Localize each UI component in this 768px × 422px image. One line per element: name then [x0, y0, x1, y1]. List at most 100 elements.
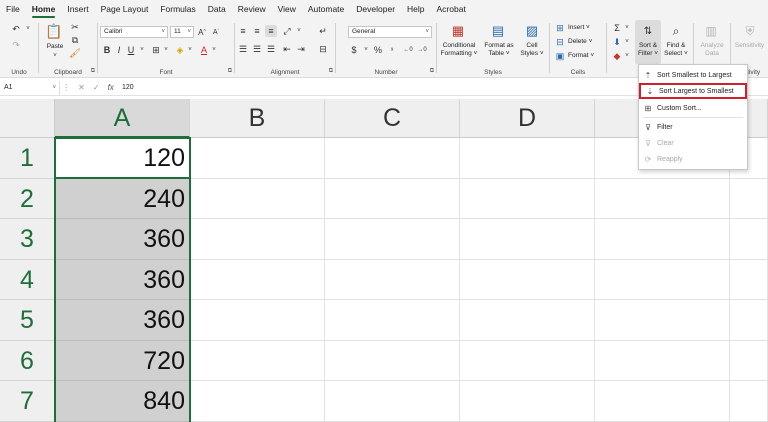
row-header[interactable]: 2 [0, 178, 55, 219]
row-header[interactable]: 4 [0, 259, 55, 300]
clipboard-launcher-icon[interactable]: ⧉ [91, 68, 95, 75]
increase-indent-icon[interactable]: ⇥ [295, 43, 307, 55]
paste-icon[interactable]: 📋 [45, 22, 63, 40]
orientation-icon[interactable]: ⤢ [281, 25, 293, 37]
empty-cell[interactable] [460, 259, 595, 300]
empty-cell[interactable] [595, 340, 730, 381]
cell-a[interactable]: 360 [55, 219, 190, 260]
empty-cell[interactable] [325, 300, 460, 341]
empty-cell[interactable] [190, 300, 325, 341]
sort-ascending-item[interactable]: ⇡ Sort Smallest to Largest [639, 67, 747, 83]
tab-formulas[interactable]: Formulas [154, 0, 201, 19]
italic-button[interactable]: I [114, 44, 124, 56]
font-size-dropdown[interactable]: 11 ˅ [170, 26, 194, 38]
empty-cell[interactable] [460, 178, 595, 219]
empty-cell[interactable] [730, 219, 768, 260]
format-cells-icon[interactable]: ▣ [554, 50, 566, 62]
align-left-icon[interactable]: ☰ [237, 43, 249, 55]
font-color-dropdown-icon[interactable]: ˅ [210, 44, 218, 56]
formula-input[interactable]: 120 [116, 84, 134, 91]
column-header-c[interactable]: C [325, 99, 460, 138]
tab-automate[interactable]: Automate [302, 0, 350, 19]
tab-page-layout[interactable]: Page Layout [95, 0, 155, 19]
empty-cell[interactable] [325, 219, 460, 260]
format-as-table-button[interactable]: Format as Table ˅ [481, 42, 517, 58]
select-all-corner[interactable] [0, 99, 55, 138]
currency-icon[interactable]: $ [348, 44, 360, 56]
tab-home[interactable]: Home [26, 0, 62, 19]
undo-icon[interactable]: ↶ [8, 23, 24, 35]
underline-dropdown-icon[interactable]: ˅ [138, 44, 146, 56]
decrease-decimal-icon[interactable]: →0 [416, 44, 428, 56]
empty-cell[interactable] [595, 178, 730, 219]
borders-icon[interactable]: ⊞ [150, 44, 162, 56]
format-painter-icon[interactable]: 🖌 [69, 48, 81, 59]
number-launcher-icon[interactable]: ⧉ [430, 68, 434, 75]
tab-acrobat[interactable]: Acrobat [431, 0, 472, 19]
number-format-dropdown[interactable]: General ˅ [348, 26, 432, 38]
empty-cell[interactable] [190, 138, 325, 179]
undo-dropdown-icon[interactable]: ˅ [24, 23, 32, 35]
increase-decimal-icon[interactable]: ←0 [402, 44, 414, 56]
cut-icon[interactable]: ✂ [69, 22, 81, 33]
currency-dropdown-icon[interactable]: ˅ [362, 44, 370, 56]
comma-style-icon[interactable]: ⁹ [386, 44, 398, 56]
cell-a[interactable]: 240 [55, 178, 190, 219]
column-header-b[interactable]: B [190, 99, 325, 138]
sensitivity-icon[interactable]: ⛨ [741, 22, 759, 40]
cell-styles-button[interactable]: Cell Styles ˅ [517, 42, 547, 58]
align-middle-icon[interactable]: ≡ [251, 25, 263, 37]
empty-cell[interactable] [595, 259, 730, 300]
name-box[interactable]: A1 ˅ [0, 80, 60, 95]
conditional-formatting-icon[interactable]: ▦ [449, 22, 467, 40]
empty-cell[interactable] [460, 340, 595, 381]
clear-icon[interactable]: ◆ [611, 50, 623, 62]
empty-cell[interactable] [325, 178, 460, 219]
paste-button[interactable]: Paste [43, 43, 67, 51]
cell-a[interactable]: 120 [55, 138, 190, 179]
cell-a[interactable]: 840 [55, 381, 190, 422]
search-icon[interactable]: ⌕ [667, 22, 685, 40]
percent-button[interactable]: % [372, 44, 384, 56]
reapply-item[interactable]: ⟳ Reapply [639, 151, 747, 167]
empty-cell[interactable] [595, 219, 730, 260]
row-header[interactable]: 7 [0, 381, 55, 422]
empty-cell[interactable] [190, 340, 325, 381]
insert-function-icon[interactable]: fx [108, 83, 114, 92]
empty-cell[interactable] [190, 259, 325, 300]
find-select-button[interactable]: Find & Select ˅ [661, 42, 691, 58]
column-header-a[interactable]: A [55, 99, 190, 138]
filter-item[interactable]: ⊽ Filter [639, 119, 747, 135]
delete-cells-icon[interactable]: ⊟ [554, 36, 566, 48]
align-center-icon[interactable]: ☰ [251, 43, 263, 55]
custom-sort-item[interactable]: ⊞ Custom Sort... [639, 100, 747, 116]
empty-cell[interactable] [730, 340, 768, 381]
merge-center-icon[interactable]: ⊟ [317, 43, 329, 55]
cell-a[interactable]: 360 [55, 259, 190, 300]
cell-styles-icon[interactable]: ▨ [523, 22, 541, 40]
align-bottom-icon[interactable]: ≡ [265, 25, 277, 37]
row-header[interactable]: 3 [0, 219, 55, 260]
empty-cell[interactable] [325, 138, 460, 179]
redo-icon[interactable]: ↷ [8, 39, 24, 51]
tab-file[interactable]: File [0, 0, 26, 19]
insert-button[interactable]: Insert ˅ [568, 24, 590, 31]
empty-cell[interactable] [730, 381, 768, 422]
empty-cell[interactable] [325, 259, 460, 300]
format-as-table-icon[interactable]: ▤ [489, 22, 507, 40]
paste-dropdown-icon[interactable]: ˅ [43, 52, 67, 60]
analyze-data-button[interactable]: Analyze Data [694, 42, 730, 58]
delete-button[interactable]: Delete ˅ [568, 38, 592, 45]
copy-icon[interactable]: ⧉ [69, 35, 81, 46]
tab-view[interactable]: View [272, 0, 302, 19]
empty-cell[interactable] [460, 219, 595, 260]
insert-cells-icon[interactable]: ⊞ [554, 22, 566, 34]
decrease-indent-icon[interactable]: ⇤ [281, 43, 293, 55]
cell-a[interactable]: 360 [55, 300, 190, 341]
fill-dropdown-icon[interactable]: ˅ [186, 44, 194, 56]
empty-cell[interactable] [730, 300, 768, 341]
align-top-icon[interactable]: ≡ [237, 25, 249, 37]
bold-button[interactable]: B [102, 44, 112, 56]
empty-cell[interactable] [595, 381, 730, 422]
row-header[interactable]: 5 [0, 300, 55, 341]
